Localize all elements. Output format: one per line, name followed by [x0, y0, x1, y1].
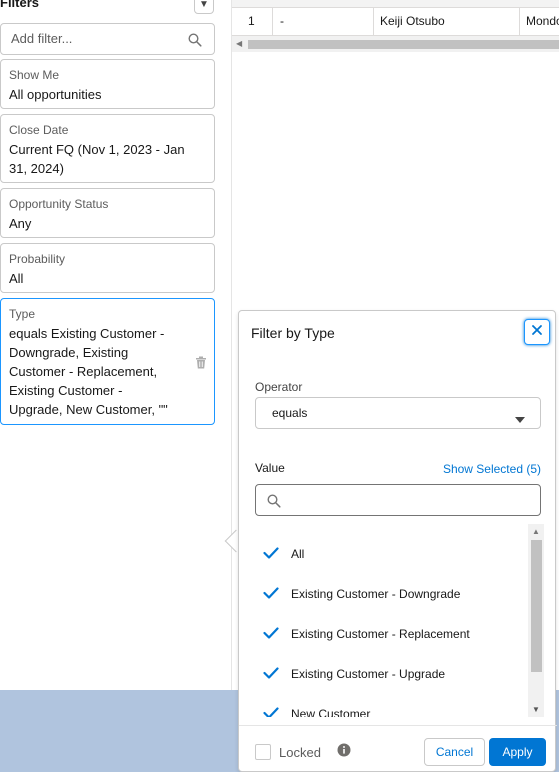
filter-label: Show Me: [9, 68, 60, 82]
account-cell[interactable]: Mondo: [526, 14, 559, 28]
caret-down-icon: [515, 410, 525, 428]
option-existing-customer-replacement[interactable]: Existing Customer - Replacement: [255, 614, 527, 654]
operator-value: equals: [272, 406, 308, 420]
filter-card-opportunity-status[interactable]: Opportunity Status Any: [0, 188, 215, 238]
add-filter-field[interactable]: [0, 23, 215, 55]
operator-label: Operator: [255, 380, 303, 394]
filter-value: All opportunities: [9, 87, 102, 102]
filter-card-probability[interactable]: Probability All: [0, 243, 215, 293]
option-label: Existing Customer - Downgrade: [291, 587, 461, 601]
close-button[interactable]: [524, 319, 550, 345]
value-label: Value: [255, 461, 285, 475]
trash-icon[interactable]: [195, 356, 207, 374]
check-icon: [263, 666, 279, 684]
option-all[interactable]: All: [255, 534, 527, 574]
table-cell: -: [280, 14, 284, 28]
filter-label: Probability: [9, 252, 66, 266]
filter-by-type-popover: Filter by Type Operator equals Value Sho…: [238, 310, 557, 772]
column-divider: [373, 8, 374, 36]
column-divider: [272, 8, 273, 36]
info-icon[interactable]: [337, 743, 351, 762]
table-header: [232, 0, 559, 8]
table-row: 1 - Keiji Otsubo Mondo: [232, 8, 559, 36]
filter-value: Any: [9, 216, 32, 231]
column-divider: [519, 8, 520, 36]
show-selected-link[interactable]: Show Selected (5): [443, 462, 541, 476]
option-label: Existing Customer - Replacement: [291, 627, 470, 641]
search-icon: [188, 33, 202, 52]
horizontal-scrollbar[interactable]: ◀: [232, 36, 559, 52]
scroll-thumb[interactable]: [248, 40, 559, 49]
filters-collapse-button[interactable]: ▼: [194, 0, 214, 14]
search-icon: [267, 494, 281, 513]
filter-value: Current FQ (Nov 1, 2023 - Jan 31, 2024): [9, 142, 185, 176]
footer-divider: [239, 725, 557, 726]
chevron-down-icon: ▼: [199, 0, 209, 10]
filter-card-type[interactable]: Type equals Existing Customer - Downgrad…: [0, 298, 215, 425]
cancel-button[interactable]: Cancel: [424, 738, 485, 766]
value-search-field[interactable]: [255, 484, 541, 516]
row-number: 1: [248, 14, 255, 28]
apply-button[interactable]: Apply: [489, 738, 546, 766]
option-existing-customer-upgrade[interactable]: Existing Customer - Upgrade: [255, 654, 527, 694]
report-table: 1 - Keiji Otsubo Mondo ◀: [232, 0, 559, 55]
filters-title: Filters: [0, 0, 40, 10]
locked-checkbox[interactable]: [255, 744, 271, 760]
vertical-scrollbar[interactable]: ▲ ▼: [528, 524, 544, 717]
popover-title: Filter by Type: [251, 325, 335, 341]
check-icon: [263, 546, 279, 564]
filter-card-show-me[interactable]: Show Me All opportunities: [0, 59, 215, 109]
scroll-left-icon[interactable]: ◀: [236, 39, 242, 48]
add-filter-input[interactable]: [11, 31, 181, 46]
scroll-up-icon[interactable]: ▲: [532, 527, 540, 536]
scroll-thumb[interactable]: [531, 540, 542, 672]
filters-panel: Filters ▼ Show Me All opportunities Clos…: [0, 0, 232, 690]
value-options-list: All Existing Customer - Downgrade Existi…: [255, 524, 527, 717]
option-label: New Customer: [291, 707, 371, 717]
filter-label: Type: [9, 307, 36, 321]
filter-label: Close Date: [9, 123, 69, 137]
option-label: Existing Customer - Upgrade: [291, 667, 446, 681]
value-search-input[interactable]: [286, 491, 526, 506]
check-icon: [263, 706, 279, 717]
filter-value: All: [9, 271, 24, 286]
check-icon: [263, 626, 279, 644]
option-existing-customer-downgrade[interactable]: Existing Customer - Downgrade: [255, 574, 527, 614]
filter-label: Opportunity Status: [9, 197, 109, 211]
filter-card-close-date[interactable]: Close Date Current FQ (Nov 1, 2023 - Jan…: [0, 114, 215, 183]
option-label: All: [291, 547, 305, 561]
close-icon: [531, 323, 543, 341]
check-icon: [263, 586, 279, 604]
locked-label: Locked: [279, 745, 321, 760]
scroll-down-icon[interactable]: ▼: [532, 705, 540, 714]
owner-cell[interactable]: Keiji Otsubo: [380, 14, 445, 28]
operator-select[interactable]: equals: [255, 397, 541, 429]
option-new-customer[interactable]: New Customer: [255, 694, 527, 717]
filter-value: equals Existing Customer - Downgrade, Ex…: [9, 326, 168, 417]
